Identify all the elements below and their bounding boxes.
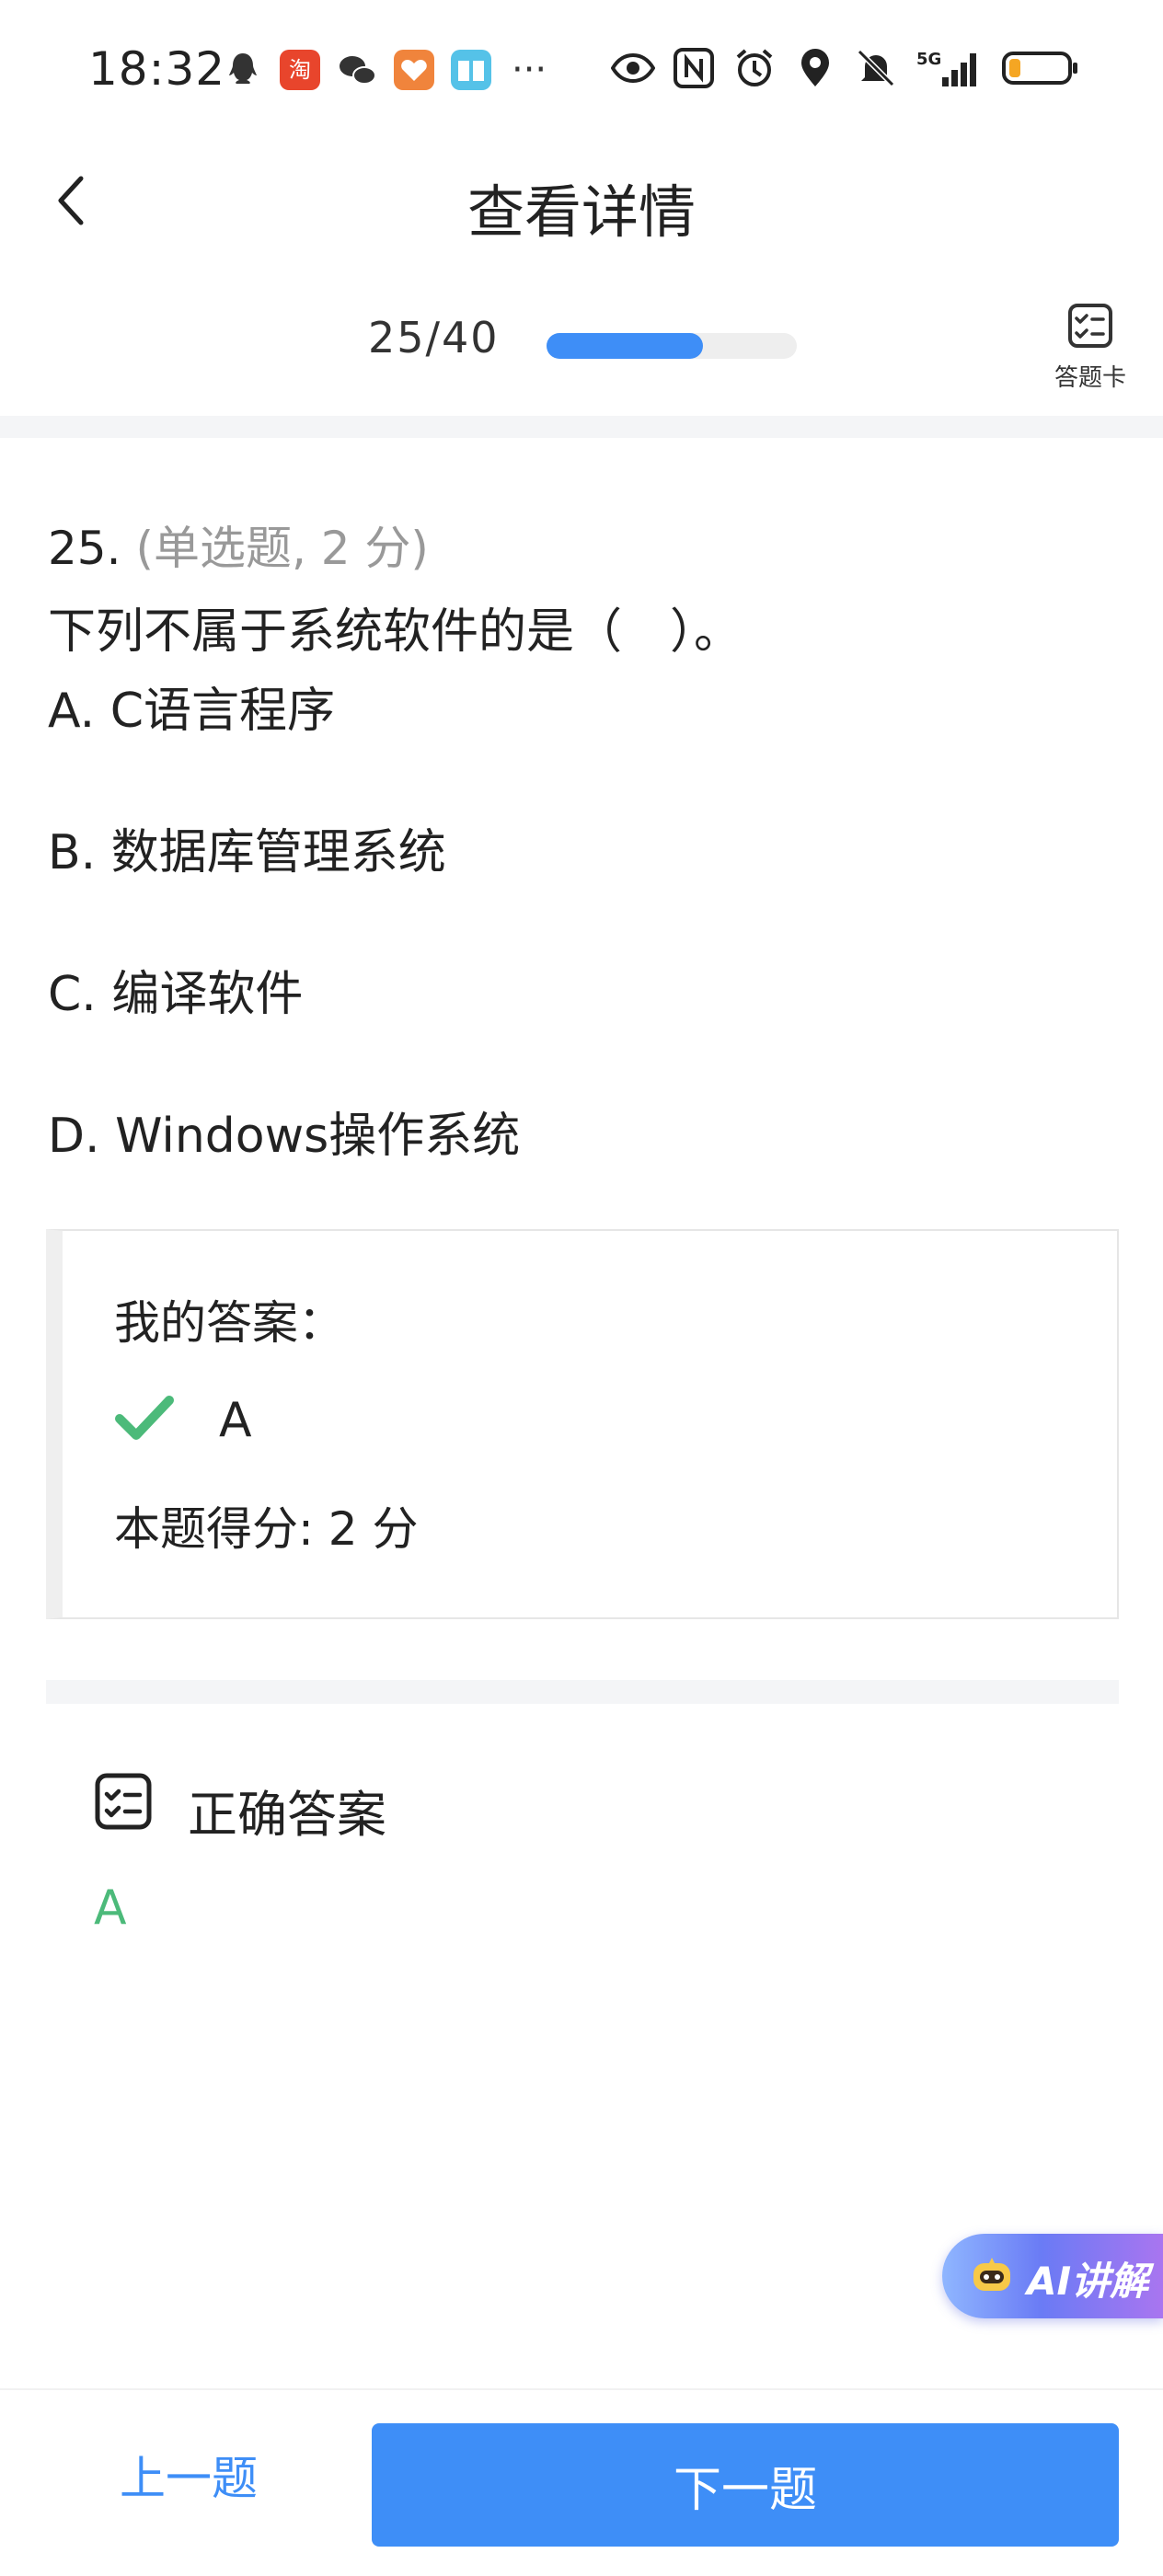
mute-icon xyxy=(857,49,895,87)
prev-question-button[interactable]: 上一题 xyxy=(83,2423,294,2534)
system-icons: 5G xyxy=(611,46,1080,90)
checklist-icon xyxy=(95,1773,152,1830)
answer-card-button[interactable]: 答题卡 xyxy=(1040,300,1141,393)
correct-answer-title: 正确答案 xyxy=(188,1786,386,1844)
alarm-icon xyxy=(736,49,773,86)
progress-row: 25/40 答题卡 xyxy=(0,294,1163,405)
heart-app-icon xyxy=(394,50,434,90)
question-type: (单选题, 2 分) xyxy=(135,522,429,575)
option-c: C. 编译软件 xyxy=(48,967,304,1022)
checklist-icon xyxy=(1068,304,1112,348)
svg-text:淘: 淘 xyxy=(289,57,311,83)
battery-level xyxy=(1009,59,1020,77)
wechat-icon xyxy=(340,56,376,85)
divider xyxy=(0,416,1163,438)
robot-icon xyxy=(973,2258,1010,2291)
my-answer-panel: 我的答案： A 本题得分: 2 分 xyxy=(46,1229,1119,1619)
option-d: D. Windows操作系统 xyxy=(48,1109,521,1164)
nfc-icon xyxy=(674,48,714,88)
eye-icon xyxy=(611,52,655,84)
network-label: 5G xyxy=(916,50,941,69)
qq-icon xyxy=(229,53,257,84)
5g-signal-icon: 5G xyxy=(916,50,976,86)
progress-bar xyxy=(547,333,797,359)
next-question-button[interactable]: 下一题 xyxy=(372,2423,1119,2547)
page-title: 查看详情 xyxy=(466,178,696,246)
location-icon xyxy=(801,49,829,86)
status-bar: 18:32 淘 ··· 5G xyxy=(0,0,1163,138)
ai-explain-label: AI讲解 xyxy=(1027,2259,1149,2304)
taobao-icon: 淘 xyxy=(280,50,320,90)
battery-icon xyxy=(1002,52,1077,85)
my-answer-value: A xyxy=(219,1393,252,1448)
divider xyxy=(46,1680,1119,1704)
question-header: 25. (单选题, 2 分) xyxy=(48,512,429,578)
check-icon xyxy=(115,1396,174,1440)
header: 查看详情 xyxy=(0,147,1163,258)
correct-answer-value: A xyxy=(94,1880,127,1936)
question-number: 25. xyxy=(48,522,121,575)
ai-explain-button[interactable]: AI讲解 xyxy=(942,2234,1163,2318)
question-stem: 下列不属于系统软件的是（ ）。 xyxy=(48,604,743,660)
book-app-icon xyxy=(451,50,491,90)
question-score: 本题得分: 2 分 xyxy=(114,1502,419,1556)
notification-icons: 淘 ··· xyxy=(221,48,547,92)
bottom-nav: 上一题 下一题 xyxy=(0,2388,1163,2576)
my-answer-label: 我的答案： xyxy=(114,1296,344,1350)
progress-text: 25/40 xyxy=(368,313,500,362)
option-b: B. 数据库管理系统 xyxy=(48,825,446,880)
status-time: 18:32 xyxy=(88,42,226,96)
progress-fill xyxy=(547,333,703,359)
more-dots-icon: ··· xyxy=(512,49,547,91)
option-a: A. C语言程序 xyxy=(48,684,336,739)
answer-card-label: 答题卡 xyxy=(1054,364,1126,392)
